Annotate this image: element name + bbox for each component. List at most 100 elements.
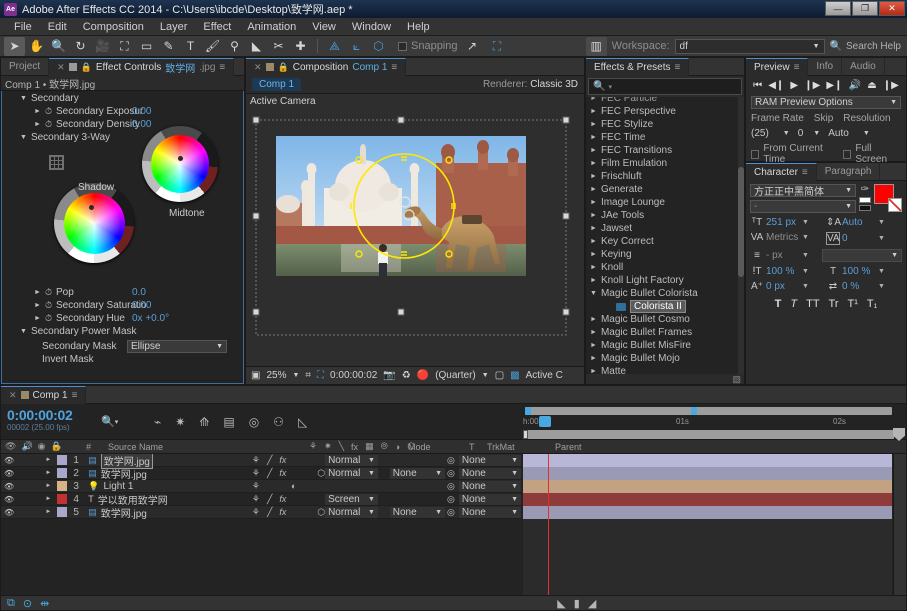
zoom-level[interactable]: 25%	[266, 370, 286, 381]
timeline-layer-rows[interactable]: 👁►1▤致学网.jpg⚘╱fxNormal▼◎None▼👁►2▤致学网.jpg⚘…	[1, 454, 906, 595]
transparency-grid-icon[interactable]: ▩	[510, 370, 519, 381]
layer-index[interactable]: 1	[70, 455, 85, 466]
disclosure-closed-icon[interactable]: ►	[590, 329, 597, 336]
shy-icon[interactable]: ⚘	[252, 494, 260, 505]
composition-viewer[interactable]: Active Camera	[246, 94, 584, 366]
zoom-in-icon[interactable]: ◢	[588, 597, 596, 610]
layer-index[interactable]: 5	[70, 507, 85, 518]
layer-label-color[interactable]: ►	[45, 468, 70, 478]
layer-av-toggles[interactable]: 👁	[1, 469, 45, 478]
pick-whip-icon[interactable]: ◎	[447, 481, 455, 492]
layer-duration-bar[interactable]	[523, 493, 892, 506]
shy-icon[interactable]: ⚘	[252, 468, 260, 479]
layer-switches[interactable]: ⚘╱fx⬡	[249, 468, 325, 479]
renderer-group[interactable]: Renderer: Classic 3D	[483, 79, 578, 90]
zoom-tool[interactable]: 🔍	[48, 37, 69, 56]
midtone-wheel-handle[interactable]	[178, 156, 183, 161]
pick-whip-icon[interactable]: ◎	[447, 468, 455, 479]
disclosure-closed-icon[interactable]: ►	[45, 483, 51, 489]
layer-label-color[interactable]: ►	[45, 455, 70, 465]
layer-parent[interactable]: ◎None▼	[445, 494, 521, 505]
disclosure-closed-icon[interactable]: ►	[45, 457, 51, 463]
clone-stamp-tool[interactable]: ⚲	[224, 37, 245, 56]
effect-property-row[interactable]: ▼Secondary Power Mask	[2, 325, 243, 338]
menu-edit[interactable]: Edit	[40, 18, 75, 36]
effects-list-item[interactable]: ►FEC Perspective	[586, 105, 744, 118]
tab-effects-presets[interactable]: Effects & Presets ≡	[586, 58, 689, 76]
faux-italic-button[interactable]: T	[790, 298, 797, 310]
eyedropper-icon[interactable]: ✑	[861, 184, 869, 195]
effects-list-item[interactable]: ►FEC Stylize	[586, 118, 744, 131]
parent-select[interactable]: None▼	[459, 507, 521, 518]
shy-icon[interactable]: ⚘	[252, 455, 260, 466]
layer-track-matte[interactable]: None▼	[390, 507, 445, 518]
disclosure-closed-icon[interactable]: ►	[590, 277, 597, 284]
property-value[interactable]: 0.0	[132, 287, 146, 298]
disclosure-closed-icon[interactable]: ►	[45, 509, 51, 515]
disclosure-closed-icon[interactable]: ►	[590, 251, 597, 258]
disclosure-closed-icon[interactable]: ►	[45, 496, 51, 502]
playhead-handle[interactable]	[539, 416, 551, 427]
disclosure-closed-icon[interactable]: ►	[590, 134, 597, 141]
layer-index[interactable]: 2	[70, 468, 85, 479]
disclosure-closed-icon[interactable]: ►	[590, 147, 597, 154]
close-icon[interactable]: ✕	[254, 62, 262, 73]
stopwatch-icon[interactable]: ⏱	[45, 106, 52, 117]
disclosure-closed-icon[interactable]: ►	[590, 199, 597, 206]
mode-header[interactable]: Mode	[404, 442, 469, 452]
layer-duration-bar[interactable]	[523, 467, 892, 480]
work-area-bar[interactable]	[523, 430, 894, 439]
effects-list-item[interactable]: ►FEC Particle	[586, 97, 744, 105]
camera-tool[interactable]: 🎥	[92, 37, 113, 56]
quality-icon[interactable]: ╲	[339, 441, 344, 452]
effects-icon[interactable]: fx	[279, 494, 286, 504]
view-name[interactable]: Active C	[526, 370, 563, 381]
kerning-field[interactable]: VA Metrics ▼	[750, 232, 826, 243]
puppet-starch-tool[interactable]: ⟀	[346, 37, 367, 56]
disclosure-closed-icon[interactable]: ►	[590, 316, 597, 323]
timeline-layer-row[interactable]: 👁►3💡Light 1⚘◐◎None▼	[1, 480, 521, 493]
layer-parent[interactable]: ◎None▼	[445, 455, 521, 466]
font-style-select[interactable]: - ▼	[750, 200, 856, 213]
disclosure-closed-icon[interactable]: ►	[590, 368, 597, 374]
timecode-display[interactable]: 0:00:00:02 00002 (25.00 fps)	[1, 404, 101, 439]
workspace-monitor-icon[interactable]: ▥	[586, 37, 607, 56]
pen-tool[interactable]: ✎	[158, 37, 179, 56]
layer-label-color[interactable]: ►	[45, 494, 70, 504]
menu-help[interactable]: Help	[399, 18, 438, 36]
layer-name-label[interactable]: 致学网.jpg	[101, 466, 147, 481]
layer-label-color[interactable]: ►	[45, 481, 70, 491]
timeline-zoom-scrollbar[interactable]	[525, 407, 892, 415]
effects-list-item[interactable]: ►Magic Bullet Frames	[586, 326, 744, 339]
puppet-mesh-tool[interactable]: ⬡	[368, 37, 389, 56]
layer-duration-bar[interactable]	[523, 480, 892, 493]
effects-list-item[interactable]: ►Jawset	[586, 222, 744, 235]
stopwatch-icon[interactable]: ⏱	[45, 287, 52, 298]
disclosure-open-icon[interactable]: ▼	[20, 95, 27, 102]
effects-icon[interactable]: fx	[351, 442, 358, 452]
effects-list-item[interactable]: ►Matte	[586, 365, 744, 374]
label-swatch[interactable]	[57, 468, 67, 478]
layer-label-color[interactable]: ►	[45, 507, 70, 517]
label-color-icon[interactable]: ◑	[56, 442, 61, 452]
tab-timeline-comp[interactable]: ✕ Comp 1 ≡	[1, 386, 86, 404]
panel-menu-icon[interactable]: ≡	[391, 62, 397, 73]
quality-icon[interactable]: ╱	[267, 507, 272, 518]
source-name-header[interactable]: Source Name	[104, 442, 309, 452]
stopwatch-icon[interactable]: ⏱	[45, 300, 52, 311]
last-frame-button[interactable]: ▶❙	[826, 80, 842, 91]
layer-name-label[interactable]: 致学网.jpg	[101, 505, 147, 520]
disclosure-closed-icon[interactable]: ►	[590, 186, 597, 193]
effect-property-row[interactable]: ►⏱Pop0.0	[2, 286, 243, 299]
timeline-layer-row[interactable]: 👁►2▤致学网.jpg⚘╱fx⬡Normal▼None▼◎None▼	[1, 467, 521, 480]
hide-shy-icon[interactable]: ⟰	[199, 415, 209, 429]
fill-white-swatch[interactable]	[859, 197, 871, 203]
quality-icon[interactable]: ╱	[267, 455, 272, 466]
effects-list-item[interactable]: ►FEC Transitions	[586, 144, 744, 157]
baseline-shift-field[interactable]: A⁺ 0 px ▼	[750, 281, 826, 292]
shadow-wheel-handle[interactable]	[89, 205, 94, 210]
zoom-handle-right[interactable]	[691, 407, 697, 415]
menu-effect[interactable]: Effect	[195, 18, 239, 36]
snapshot-icon[interactable]: 📷	[383, 370, 395, 381]
tracking-field[interactable]: VA 0 ▼	[826, 232, 902, 245]
